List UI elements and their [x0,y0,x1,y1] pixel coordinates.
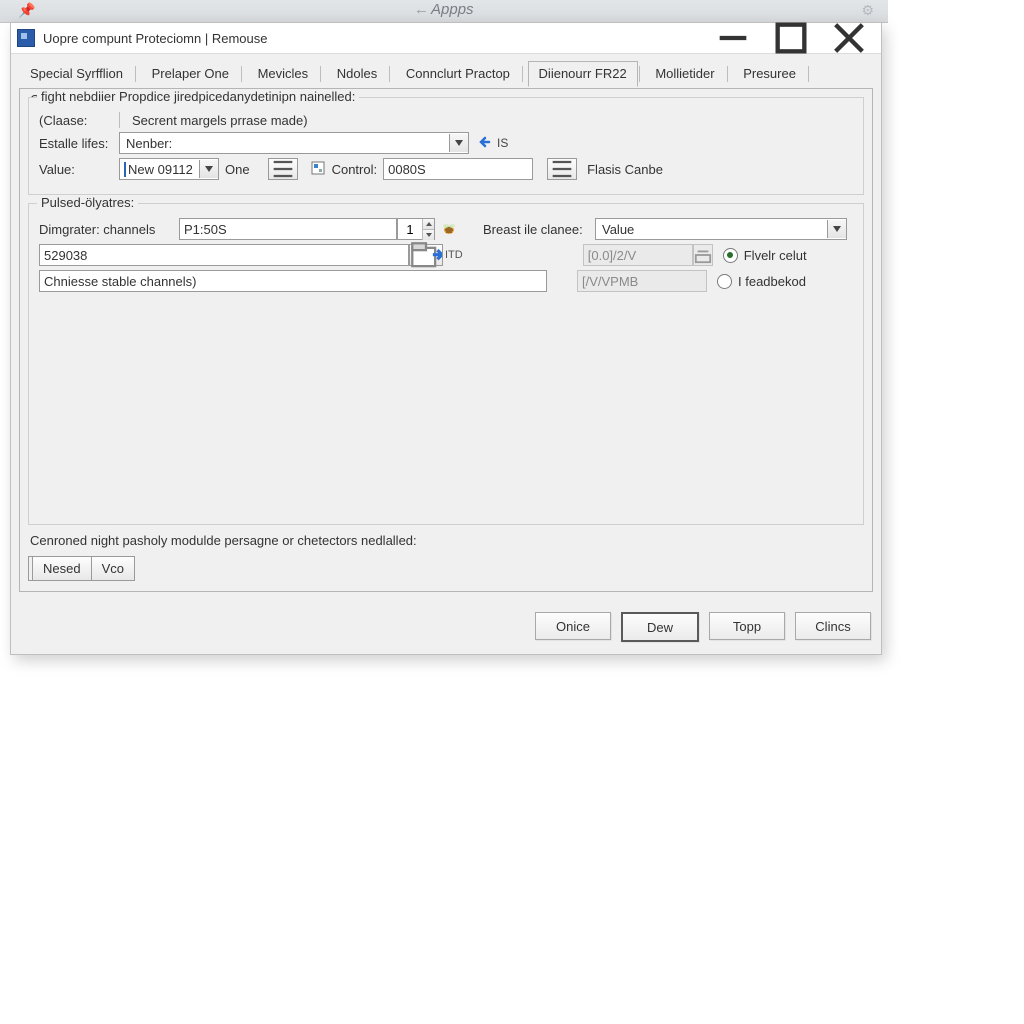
control-input[interactable] [383,158,533,180]
dialog-button-row: Onice Dew Topp Clincs [11,600,881,654]
radio-feadbekod[interactable]: I feadbekod [717,274,806,289]
tab-presuree[interactable]: Presuree [732,61,807,86]
background-toolbar: 📌 ←Appps ⚙ [0,0,888,23]
dialog-window: Uopre compunt Proteciomn | Remouse Speci… [10,22,882,655]
tab-page: fight nebdiier Propdice jiredpicedanydet… [19,88,873,592]
breast-combo-text: Value [600,222,827,237]
estalle-combo-text: Nenber: [124,136,449,151]
topp-button[interactable]: Topp [709,612,785,640]
disabled-pmb-input [577,270,707,292]
row3-input[interactable] [39,270,547,292]
gear-icon[interactable]: ⚙ [861,2,874,19]
dimgrater-spin[interactable] [397,218,435,240]
value-props-button[interactable] [268,158,298,180]
pin-icon: 📌 [18,2,35,19]
title-bar: Uopre compunt Proteciomn | Remouse [11,23,881,54]
close-button[interactable] [829,27,869,49]
onice-button[interactable]: Onice [535,612,611,640]
tab-diienourr-fr22[interactable]: Diienourr FR22 [528,61,638,87]
disabled-volt-input [583,244,693,266]
chevron-down-icon[interactable] [199,160,218,178]
spin-up-icon[interactable] [422,219,434,230]
estalle-combo[interactable]: Nenber: [119,132,469,154]
is-suffix: IS [497,136,508,150]
disabled-volt-button [693,244,713,266]
radio-feadbekod-label: I feadbekod [738,274,806,289]
class-value: Secrent margels prrase made) [132,113,308,128]
chevron-down-icon[interactable] [449,134,468,152]
window-title: Uopre compunt Proteciomn | Remouse [43,31,713,46]
arrow-icon[interactable] [479,134,495,153]
value-combo[interactable]: New 09112 [119,158,219,180]
tab-special-syrfflion[interactable]: Special Syrfflion [19,61,134,86]
seg-nesed-button[interactable]: Nesed [33,557,91,580]
tab-ndoles[interactable]: Ndoles [326,61,388,86]
footer-note: Cenroned night pasholy modulde persagne … [30,533,864,548]
control-label: Control: [332,162,378,177]
chevron-down-icon[interactable] [827,220,846,238]
value-label: Value: [39,162,119,177]
estalle-label: Estalle lifes: [39,136,119,151]
control-icon[interactable] [310,160,326,179]
breast-combo[interactable]: Value [595,218,847,240]
tab-mevicles[interactable]: Mevicles [247,61,320,86]
value-combo-text: New 09112 [124,162,199,177]
group-properties-legend: fight nebdiier Propdice jiredpicedanydet… [37,89,359,104]
bee-icon[interactable] [441,221,457,237]
tab-connclurt-practop[interactable]: Connclurt Practop [395,61,521,86]
seg-vco-button[interactable]: Vco [91,557,134,580]
tab-strip: Special Syrfflion Prelaper One Mevicles … [11,54,881,88]
radio-flvelr[interactable]: Flvelr celut [723,248,807,263]
tab-prelaper-one[interactable]: Prelaper One [141,61,240,86]
row2-browse-button[interactable] [409,244,443,266]
breast-label: Breast ile clanee: [483,222,595,237]
app-icon [17,29,35,47]
dimgrater-spin-value[interactable] [398,221,422,238]
group-pulsed-legend: Pulsed-ölyatres: [37,195,138,210]
dimgrater-input[interactable] [179,218,397,240]
tab-mollietider[interactable]: Mollietider [644,61,725,86]
minimize-button[interactable] [713,27,753,49]
group-pulsed: Pulsed-ölyatres: Dimgrater: channels Bre… [28,203,864,525]
spin-down-icon[interactable] [422,230,434,240]
dew-button[interactable]: Dew [621,612,699,642]
row2-tail: ITD [445,249,463,261]
app-switch-label: ←Appps [414,1,474,18]
radio-icon [717,274,732,289]
maximize-button[interactable] [771,27,811,49]
row2-input[interactable] [39,244,409,266]
segmented-buttons: Nesed Vco [28,556,135,581]
radio-flvelr-label: Flvelr celut [744,248,807,263]
group-properties: fight nebdiier Propdice jiredpicedanydet… [28,97,864,195]
app-switch-text: Appps [431,1,474,18]
dimgrater-label: Dimgrater: channels [39,222,179,237]
value-one-label: One [225,162,250,177]
control-props-button[interactable] [547,158,577,180]
radio-icon [723,248,738,263]
flasis-canbe-label: Flasis Canbe [587,162,663,177]
class-label: (Claase: [39,113,119,128]
clincs-button[interactable]: Clincs [795,612,871,640]
